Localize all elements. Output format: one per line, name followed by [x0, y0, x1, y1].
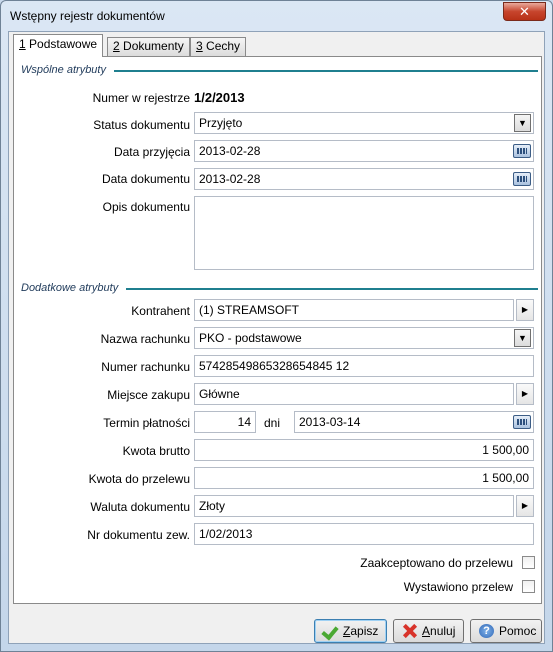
document-date-label: Data dokumentu [101, 172, 190, 186]
help-button[interactable]: ? Pomoc [470, 619, 542, 643]
currency-field[interactable]: Złoty [194, 495, 514, 517]
tab-label: Cechy [202, 39, 241, 53]
section-title-common: Wspólne atrybuty [21, 64, 106, 76]
help-label: Pomoc [499, 624, 537, 638]
chevron-down-icon[interactable]: ▼ [514, 114, 531, 132]
transfer-issued-checkbox[interactable] [522, 580, 535, 593]
cancel-mnemonic: A [422, 624, 431, 638]
cancel-label: nuluj [430, 624, 456, 638]
transfer-amount-field[interactable]: 1 500,00 [194, 467, 534, 489]
register-number-label: Numer w rejestrze [92, 91, 190, 105]
account-number-label: Numer rachunku [101, 360, 190, 374]
arrow-right-icon[interactable]: ▶ [516, 299, 534, 321]
received-date-label: Data przyjęcia [113, 145, 190, 159]
status-select[interactable]: Przyjęto [194, 112, 534, 134]
section-title-additional: Dodatkowe atrybuty [21, 282, 119, 294]
received-date-field[interactable]: 2013-02-28 [194, 140, 534, 162]
tab-mnemonic: 3 [196, 39, 203, 53]
gross-amount-label: Kwota brutto [122, 444, 190, 458]
section-divider [126, 288, 538, 290]
arrow-right-icon[interactable]: ▶ [516, 383, 534, 405]
calendar-icon[interactable] [513, 415, 531, 429]
close-button[interactable]: ✕ [503, 2, 546, 21]
chevron-down-icon[interactable]: ▼ [514, 329, 531, 347]
status-label: Status dokumentu [93, 118, 190, 132]
help-icon: ? [479, 624, 494, 638]
document-date-field[interactable]: 2013-02-28 [194, 168, 534, 190]
contractor-label: Kontrahent [131, 304, 190, 318]
days-unit-label: dni [264, 416, 281, 430]
section-divider [114, 70, 538, 72]
external-number-field[interactable]: 1/02/2013 [194, 523, 534, 545]
accepted-for-transfer-checkbox[interactable] [522, 556, 535, 569]
window-title: Wstępny rejestr dokumentów [10, 9, 165, 23]
contractor-field[interactable]: (1) STREAMSOFT [194, 299, 514, 321]
tab-mnemonic: 2 [113, 39, 120, 53]
transfer-amount-label: Kwota do przelewu [88, 472, 190, 486]
check-icon [323, 624, 338, 638]
account-name-label: Nazwa rachunku [100, 332, 190, 346]
purchase-place-field[interactable]: Główne [194, 383, 514, 405]
transfer-issued-label: Wystawiono przelew [403, 580, 513, 594]
accepted-for-transfer-label: Zaakceptowano do przelewu [360, 556, 513, 570]
purchase-place-label: Miejsce zakupu [107, 388, 190, 402]
payment-date-field[interactable]: 2013-03-14 [294, 411, 534, 433]
external-number-label: Nr dokumentu zew. [87, 528, 190, 542]
register-number-value: 1/2/2013 [194, 88, 344, 110]
tab-cechy[interactable]: 3 Cechy [190, 37, 247, 56]
dialog-client-area: 1 Podstawowe 2 Dokumenty 3 Cechy Wspólne… [8, 31, 545, 644]
calendar-icon[interactable] [513, 172, 531, 186]
description-textarea[interactable] [194, 196, 534, 270]
close-icon: ✕ [519, 4, 530, 19]
payment-days-field[interactable]: 14 [194, 411, 256, 433]
save-button[interactable]: Zapisz [314, 619, 387, 643]
tab-mnemonic: 1 [19, 37, 26, 51]
tab-label: Dokumenty [119, 39, 184, 53]
tab-panel-podstawowe: Wspólne atrybuty Numer w rejestrze 1/2/2… [13, 56, 542, 604]
arrow-right-icon[interactable]: ▶ [516, 495, 534, 517]
description-label: Opis dokumentu [102, 200, 190, 214]
close-icon [402, 624, 417, 638]
tab-label: Podstawowe [25, 37, 98, 51]
dialog-window: Wstępny rejestr dokumentów ✕ 1 Podstawow… [0, 0, 553, 652]
gross-amount-field[interactable]: 1 500,00 [194, 439, 534, 461]
account-number-field[interactable]: 57428549865328654845 12 [194, 355, 534, 377]
tab-podstawowe[interactable]: 1 Podstawowe [13, 34, 104, 57]
cancel-button[interactable]: Anuluj [393, 619, 464, 643]
tab-dokumenty[interactable]: 2 Dokumenty [107, 37, 190, 56]
save-label: apisz [350, 624, 379, 638]
account-name-select[interactable]: PKO - podstawowe [194, 327, 534, 349]
title-bar[interactable]: Wstępny rejestr dokumentów ✕ [1, 1, 552, 31]
currency-label: Waluta dokumentu [90, 500, 190, 514]
calendar-icon[interactable] [513, 144, 531, 158]
payment-term-label: Termin płatności [103, 416, 190, 430]
